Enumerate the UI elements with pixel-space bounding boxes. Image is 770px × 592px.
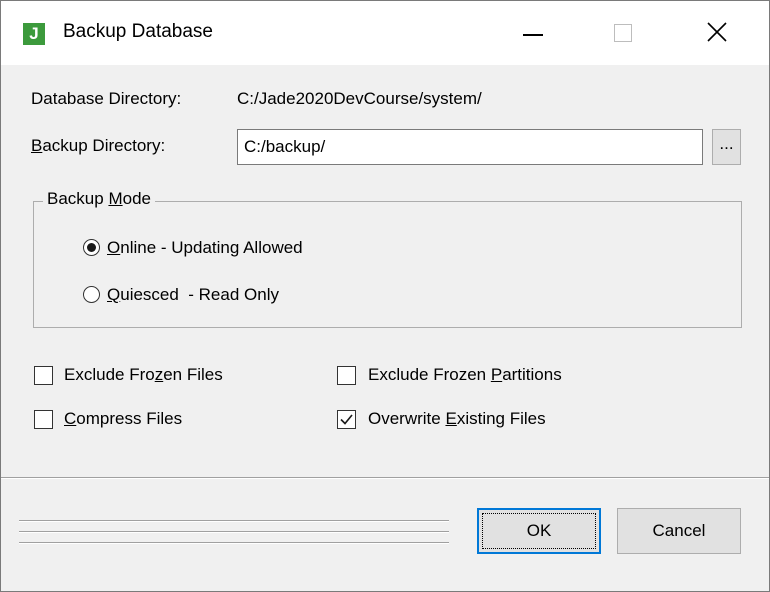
overwrite-existing-files-checkbox[interactable]: [337, 410, 356, 429]
exclude-frozen-partitions-label[interactable]: Exclude Frozen Partitions: [368, 365, 562, 385]
backup-mode-group: [33, 201, 742, 328]
quiesced-radio-label[interactable]: Quiesced - Read Only: [107, 285, 279, 305]
close-icon[interactable]: [667, 1, 769, 65]
maximize-icon[interactable]: [577, 1, 667, 65]
compress-files-checkbox[interactable]: [34, 410, 53, 429]
compress-files-label[interactable]: Compress Files: [64, 409, 182, 429]
exclude-frozen-partitions-checkbox[interactable]: [337, 366, 356, 385]
quiesced-radio[interactable]: [83, 286, 100, 303]
cancel-button[interactable]: Cancel: [617, 508, 741, 554]
window-title: Backup Database: [63, 21, 213, 42]
grip-line: [19, 531, 449, 533]
app-icon: J: [23, 23, 45, 45]
backup-directory-label: Backup Directory:: [31, 136, 166, 155]
footer-separator: [1, 477, 769, 479]
backup-directory-input[interactable]: C:/backup/: [237, 129, 703, 165]
database-directory-value: C:/Jade2020DevCourse/system/: [237, 89, 482, 108]
browse-button[interactable]: ...: [712, 129, 741, 165]
checkmark-icon: [340, 414, 353, 425]
grip-line: [19, 542, 449, 544]
ok-button[interactable]: OK: [477, 508, 601, 554]
grip-line: [19, 520, 449, 522]
database-directory-label: Database Directory:: [31, 89, 182, 108]
overwrite-existing-files-label[interactable]: Overwrite Existing Files: [368, 409, 546, 429]
title-bar[interactable]: J Backup Database: [1, 1, 769, 65]
minimize-icon[interactable]: [487, 1, 577, 65]
online-radio-label[interactable]: Online - Updating Allowed: [107, 238, 303, 258]
exclude-frozen-files-checkbox[interactable]: [34, 366, 53, 385]
backup-database-dialog: J Backup Database Database Directory: C:…: [0, 0, 770, 592]
backup-mode-legend: Backup Mode: [43, 189, 155, 209]
exclude-frozen-files-label[interactable]: Exclude Frozen Files: [64, 365, 223, 385]
online-radio[interactable]: [83, 239, 100, 256]
